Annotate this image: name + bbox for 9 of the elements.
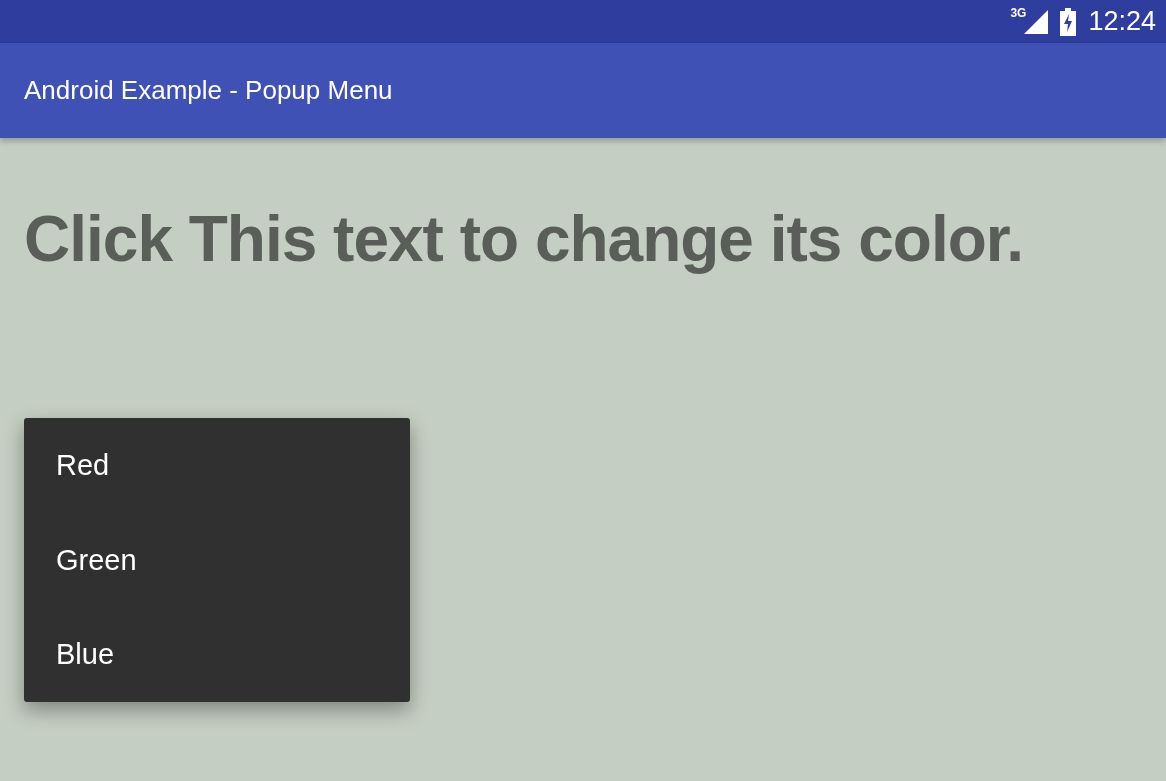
app-title: Android Example - Popup Menu [24, 75, 393, 106]
menu-item[interactable]: Blue [24, 607, 410, 702]
clock-time: 12:24 [1088, 6, 1156, 37]
menu-item[interactable]: Green [24, 512, 410, 608]
network-type: 3G [1010, 5, 1027, 20]
signal-icon [1024, 9, 1049, 34]
menu-item[interactable]: Red [24, 418, 410, 513]
clickable-text[interactable]: Click This text to change its color. [24, 180, 1142, 298]
battery-charging-icon [1060, 7, 1077, 36]
